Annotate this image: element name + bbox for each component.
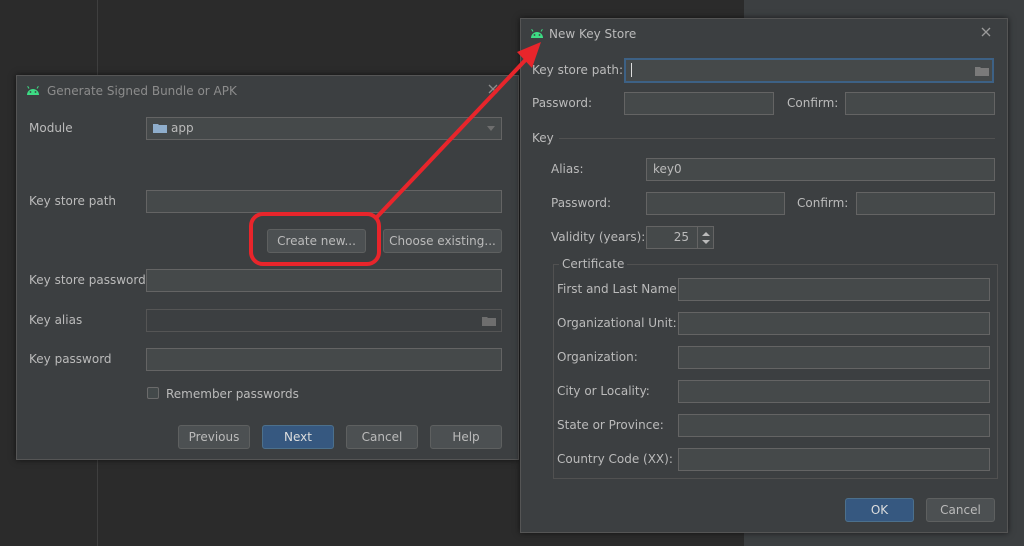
key-confirm-input[interactable] (856, 192, 995, 215)
remember-passwords-checkbox[interactable] (147, 387, 159, 399)
close-icon[interactable] (486, 82, 500, 96)
key-confirm-label: Confirm: (797, 196, 849, 210)
previous-button[interactable]: Previous (178, 425, 250, 449)
next-label: Next (284, 430, 312, 444)
city-input[interactable] (678, 380, 990, 403)
android-icon (27, 85, 39, 95)
create-new-button[interactable]: Create new... (267, 229, 366, 253)
new-keystore-dialog: New Key Store Key store path: Password: … (520, 18, 1008, 533)
generate-signed-titlebar: Generate Signed Bundle or APK (17, 76, 518, 106)
keystore-path-input[interactable] (146, 190, 502, 213)
alias-input[interactable]: key0 (646, 158, 995, 181)
state-label: State or Province: (557, 418, 664, 432)
keystore-path-input[interactable] (624, 58, 994, 83)
certificate-label: Certificate (559, 257, 628, 271)
key-password-label: Key password (29, 352, 112, 366)
org-unit-label: Organizational Unit: (557, 316, 677, 330)
first-last-label: First and Last Name: (557, 282, 681, 296)
cancel-button[interactable]: Cancel (926, 498, 995, 522)
cancel-label: Cancel (940, 503, 981, 517)
password-label: Password: (532, 96, 593, 110)
city-label: City or Locality: (557, 384, 650, 398)
confirm-input[interactable] (845, 92, 995, 115)
alias-label: Alias: (551, 162, 584, 176)
keystore-password-label: Key store password (29, 273, 146, 287)
previous-label: Previous (188, 430, 240, 444)
password-input[interactable] (624, 92, 774, 115)
key-section-label: Key (532, 131, 554, 145)
first-last-input[interactable] (678, 278, 990, 301)
spinner-icon (702, 232, 710, 244)
folder-icon (153, 124, 167, 133)
validity-value: 25 (673, 230, 689, 244)
dialog-title: New Key Store (549, 27, 637, 41)
dialog-title: Generate Signed Bundle or APK (47, 84, 237, 98)
cancel-label: Cancel (361, 430, 403, 444)
next-button[interactable]: Next (262, 425, 334, 449)
ok-label: OK (870, 503, 889, 517)
key-password-input[interactable] (646, 192, 785, 215)
org-unit-input[interactable] (678, 312, 990, 335)
module-value: app (171, 121, 194, 135)
validity-input[interactable]: 25 (646, 226, 698, 249)
choose-existing-button[interactable]: Choose existing... (383, 229, 502, 253)
cancel-button[interactable]: Cancel (346, 425, 418, 449)
dropdown-arrow-icon (487, 126, 495, 131)
ok-button[interactable]: OK (845, 498, 914, 522)
keystore-path-label: Key store path (29, 194, 117, 208)
validity-spinner[interactable] (698, 226, 714, 249)
country-input[interactable] (678, 448, 990, 471)
keystore-path-label: Key store path: (532, 63, 624, 77)
folder-icon[interactable] (482, 316, 496, 326)
text-cursor (631, 62, 632, 77)
generate-signed-dialog: Generate Signed Bundle or APK Module app… (16, 75, 519, 460)
close-icon[interactable] (979, 25, 993, 39)
help-button[interactable]: Help (430, 425, 502, 449)
state-input[interactable] (678, 414, 990, 437)
alias-value: key0 (653, 162, 682, 176)
organization-label: Organization: (557, 350, 638, 364)
key-password-input[interactable] (146, 348, 502, 371)
module-select[interactable]: app (146, 117, 502, 140)
choose-existing-label: Choose existing... (389, 234, 496, 248)
remember-passwords-label: Remember passwords (166, 387, 299, 401)
confirm-label: Confirm: (787, 96, 839, 110)
android-icon (531, 28, 543, 38)
new-keystore-titlebar: New Key Store (521, 19, 1007, 49)
keystore-password-input[interactable] (146, 269, 502, 292)
help-label: Help (452, 430, 480, 444)
validity-label: Validity (years): (551, 230, 646, 244)
country-label: Country Code (XX): (557, 452, 673, 466)
key-password-label: Password: (551, 196, 612, 210)
module-label: Module (29, 121, 73, 135)
organization-input[interactable] (678, 346, 990, 369)
key-alias-label: Key alias (29, 313, 83, 327)
folder-icon[interactable] (975, 66, 989, 76)
key-section-divider (559, 138, 995, 139)
key-alias-input[interactable] (146, 309, 502, 332)
create-new-label: Create new... (277, 234, 356, 248)
